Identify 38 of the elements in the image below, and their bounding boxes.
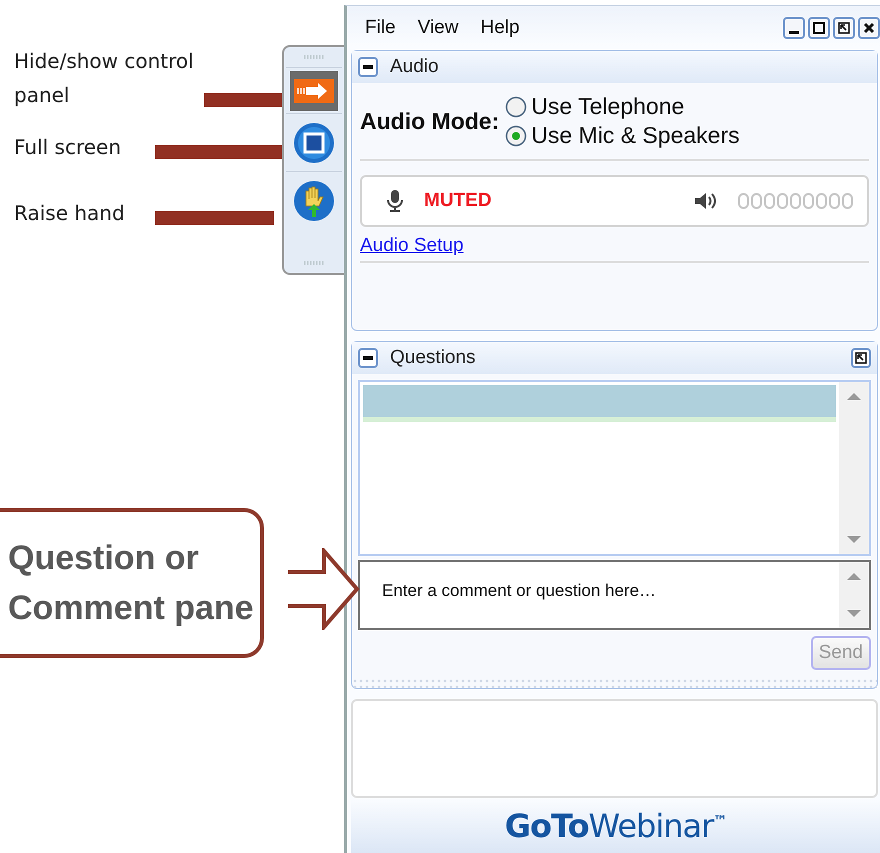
radio-button[interactable] xyxy=(505,124,528,146)
pop-out-icon xyxy=(855,352,867,364)
hide-panel-button[interactable] xyxy=(286,67,342,113)
close-button[interactable] xyxy=(858,17,880,39)
restore-button[interactable] xyxy=(833,17,855,39)
annotation-label: Full screen xyxy=(14,134,122,161)
grip-icon xyxy=(304,55,324,59)
resize-grip[interactable] xyxy=(352,678,877,688)
menu-item[interactable]: View xyxy=(418,17,458,39)
minus-icon xyxy=(363,356,373,360)
maximize-icon xyxy=(813,22,825,34)
minimize-icon xyxy=(789,31,799,34)
collapse-button[interactable] xyxy=(358,57,378,77)
panel-title: Audio xyxy=(390,56,439,78)
callout-label: Question or Comment pane xyxy=(8,538,255,629)
radio-button[interactable] xyxy=(505,96,528,118)
hand-icon xyxy=(293,180,335,222)
minus-icon xyxy=(363,65,373,69)
close-icon xyxy=(863,22,875,34)
minimize-button[interactable] xyxy=(783,17,805,39)
audio-setup-link[interactable]: Audio Setup xyxy=(360,235,464,257)
audio-mode-option[interactable]: Use Mic & Speakers xyxy=(505,122,740,149)
microphone-icon xyxy=(386,189,404,213)
menu-item[interactable]: Help xyxy=(480,17,520,39)
grip-icon xyxy=(304,261,324,265)
audio-mode-option[interactable]: Use Telephone xyxy=(505,93,740,120)
audio-mode-label: Audio Mode: xyxy=(360,108,500,134)
annotation-label: Raise hand xyxy=(14,200,125,227)
speaker-icon xyxy=(694,191,718,211)
annotation-label: Hide/show control panel xyxy=(14,48,195,109)
pop-out-icon xyxy=(838,22,850,34)
pop-out-button[interactable] xyxy=(851,348,871,368)
maximize-button[interactable] xyxy=(808,17,830,39)
menu-item[interactable]: File xyxy=(365,17,396,39)
panel-title: Questions xyxy=(390,347,476,369)
product-logo: GoToWebinar$^{™}$ xyxy=(504,806,726,844)
collapse-button[interactable] xyxy=(358,348,378,368)
mute-status: MUTED xyxy=(424,190,492,212)
